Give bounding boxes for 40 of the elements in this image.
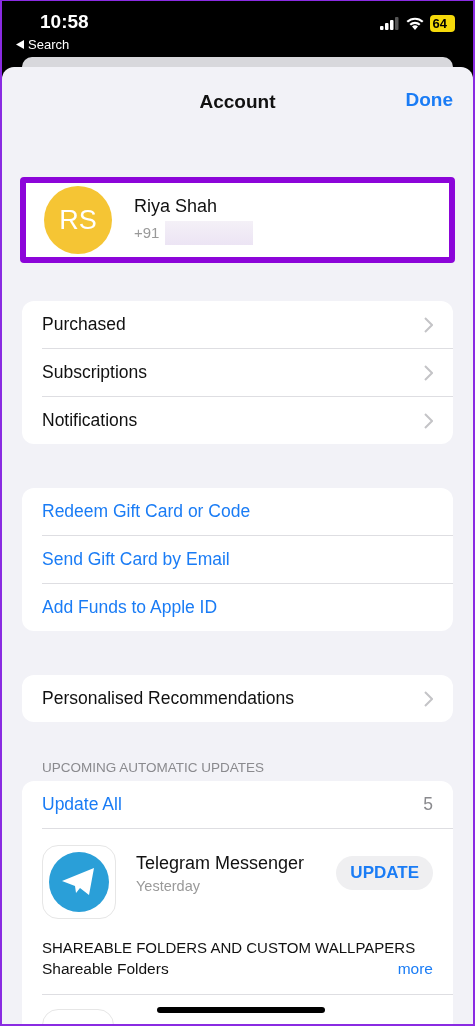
menu-link[interactable]: Add Funds to Apple ID: [42, 597, 218, 618]
paper-plane-app-icon: [42, 845, 116, 919]
chevron-icon: [424, 316, 433, 333]
menu-item[interactable]: Subscriptions: [42, 348, 453, 396]
section-header: UPCOMING AUTOMATIC UPDATES: [42, 760, 266, 775]
menu-item[interactable]: Personalised Recommendations: [42, 675, 453, 722]
update-all-button[interactable]: Update All: [42, 794, 122, 815]
phone-number: +91: [134, 224, 160, 241]
menu-label: Purchased: [42, 314, 126, 335]
update-count: 5: [423, 794, 433, 815]
back-link[interactable]: Search: [28, 37, 70, 52]
back-arrow-icon: [16, 40, 24, 49]
menu-item[interactable]: Send Gift Card by Email: [42, 535, 453, 583]
menu-label: Personalised Recommendations: [42, 688, 294, 709]
signal-icon: [379, 16, 400, 30]
menu-link[interactable]: Redeem Gift Card or Code: [42, 501, 251, 522]
status-time: 10:58: [39, 11, 89, 33]
menu-label: Subscriptions: [42, 362, 148, 383]
wifi-icon: [405, 16, 424, 30]
profile-card[interactable]: RS Riya Shah +91: [20, 177, 455, 263]
menu-item[interactable]: Purchased: [42, 301, 453, 348]
release-notes-title: SHAREABLE FOLDERS AND CUSTOM WALLPAPERS: [42, 939, 417, 956]
menu-link[interactable]: Send Gift Card by Email: [42, 549, 230, 570]
chevron-icon: [424, 690, 433, 707]
menu-item[interactable]: Notifications: [42, 396, 453, 444]
more-link[interactable]: more: [397, 960, 433, 978]
menu-item[interactable]: Add Funds to Apple ID: [42, 583, 453, 631]
profile-name: Riya Shah: [134, 195, 219, 217]
release-notes: Shareable Folders: [42, 960, 169, 978]
chevron-icon: [424, 412, 433, 429]
done-button[interactable]: Done: [405, 89, 453, 111]
battery-indicator: 64: [429, 14, 455, 32]
menu-item[interactable]: Redeem Gift Card or Code: [42, 488, 453, 535]
app-date: Yesterday: [136, 877, 201, 894]
chevron-icon: [424, 364, 433, 381]
avatar-initials: RS: [44, 186, 112, 254]
sheet-title: Account: [199, 91, 276, 113]
menu-label: Notifications: [42, 410, 138, 431]
update-button[interactable]: UPDATE: [336, 856, 433, 890]
app-name: Telegram Messenger: [136, 852, 306, 874]
